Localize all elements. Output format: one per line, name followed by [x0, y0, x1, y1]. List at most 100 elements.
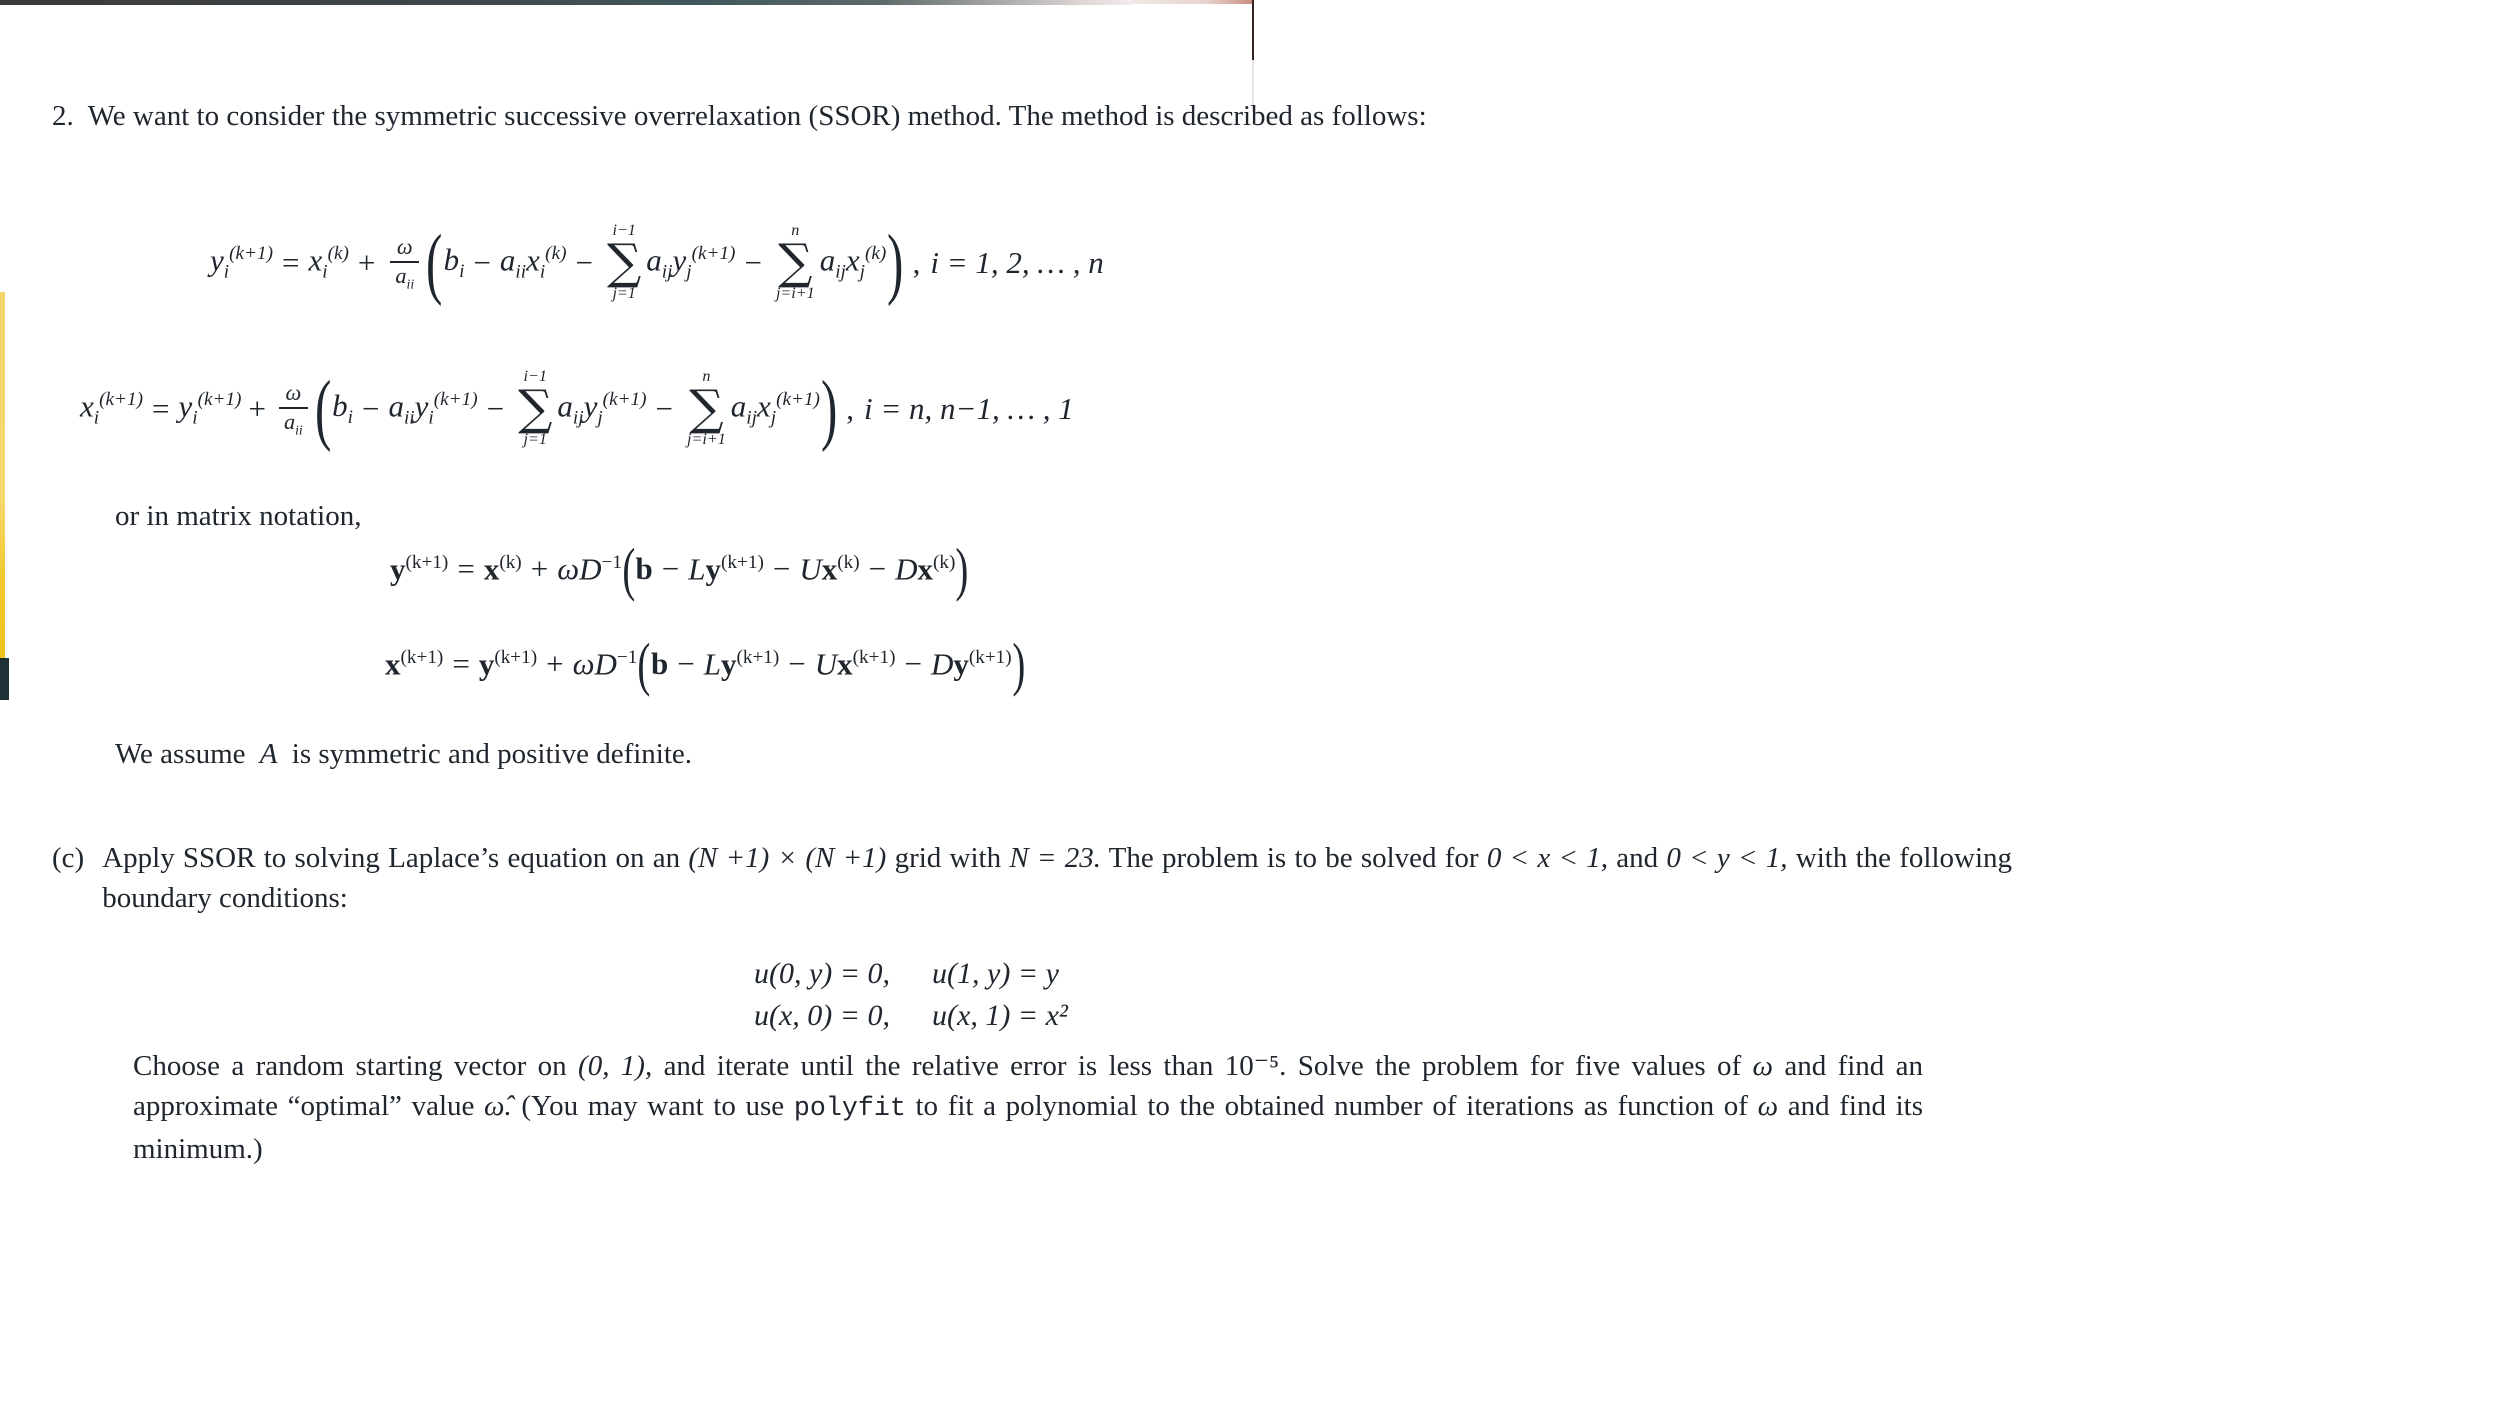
eq2-index-range: i = n, n−1, … , 1	[864, 391, 1074, 427]
eq1-close-paren: )	[887, 219, 904, 307]
eq1-open-paren: (	[426, 219, 443, 307]
problem-2-block: 2. We want to consider the symmetric suc…	[52, 96, 2002, 136]
eq3-close-paren: )	[955, 537, 969, 602]
top-edge-artifact	[0, 0, 1132, 5]
eq3-omega: ω	[557, 550, 580, 586]
sigma-icon: ∑	[606, 233, 642, 290]
left-edge-dark-strip	[0, 658, 9, 700]
equation-matrix-forward-sweep: y(k+1) = x(k) + ω D−1 ( b − Ly(k+1) − Ux…	[390, 537, 969, 602]
eq1-omega-over-aii: ω aii	[390, 235, 420, 291]
eq4-lhs: x(k+1)	[385, 645, 444, 681]
eq2-minus-1: −	[361, 391, 380, 427]
boundary-condition-row: u(x, 0) = 0, u(x, 1) = x²	[754, 996, 1068, 1036]
part-c-paragraph-1: Apply SSOR to solving Laplace’s equation…	[102, 838, 2012, 918]
bc-row1-left: u(0, y) = 0,	[754, 957, 891, 990]
eq1-sum-2: n ∑ j=i+1	[775, 222, 815, 303]
eq1-index-range: i = 1, 2, … , n	[930, 245, 1104, 281]
part-c-p2-f: to fit a polynomial to the obtained numb…	[915, 1090, 1748, 1122]
part-c-block: (c) Apply SSOR to solving Laplace’s equa…	[52, 838, 2012, 918]
eq2-b-term: bi	[332, 387, 353, 429]
bc-row1-right: u(1, y) = y	[932, 957, 1059, 990]
eq4-minus-1: −	[677, 645, 695, 681]
matrix-notation-lead-text: or in matrix notation,	[115, 500, 362, 532]
bc-row2-right: u(x, 1) = x²	[932, 999, 1068, 1032]
boundary-condition-row: u(0, y) = 0, u(1, y) = y	[754, 954, 1068, 994]
eq1-minus-3: −	[744, 245, 762, 281]
part-c-omega-hat: ω̂.	[484, 1090, 512, 1122]
eq4-minus-2: −	[788, 645, 806, 681]
eq1-sum-1: i−1 ∑ j=1	[606, 222, 642, 303]
problem-2-intro-row: 2. We want to consider the symmetric suc…	[52, 96, 2002, 136]
eq2-aii-y-term: aiiyi(k+1)	[388, 388, 478, 429]
equation-ssor-backward-sweep: xi(k+1) = yi(k+1) + ω aii ( bi − aiiyi(k…	[80, 368, 1074, 449]
part-c-paragraph-2: Choose a random starting vector on (0, 1…	[133, 1046, 1923, 1169]
part-c-p2-a: Choose a random starting vector on	[133, 1050, 567, 1082]
eq2-minus-2: −	[486, 391, 505, 427]
sigma-icon: ∑	[778, 233, 813, 290]
part-c-p2-c: Solve the problem for five values of	[1297, 1050, 1742, 1082]
eq4-close-paren: )	[1012, 632, 1025, 697]
eq1-aii-x-term: aiixi(k)	[499, 242, 567, 283]
eq2-open-paren: (	[314, 365, 332, 453]
eq3-minus-1: −	[661, 550, 680, 586]
eq2-term1: yi(k+1)	[178, 388, 242, 429]
part-c-p2-e: (You may want to use	[521, 1090, 785, 1122]
eq1-term1: xi(k)	[308, 242, 349, 283]
eq1-minus-2: −	[575, 245, 593, 281]
eq4-term1: y(k+1)	[478, 645, 538, 681]
part-c-p1-b: grid with	[894, 842, 1002, 874]
eq3-plus: +	[530, 550, 549, 586]
eq2-close-paren: )	[820, 365, 838, 453]
eq1-equals: =	[281, 245, 300, 281]
part-c-row: (c) Apply SSOR to solving Laplace’s equa…	[52, 838, 2012, 918]
eq3-minus-3: −	[868, 550, 887, 586]
assumption-before: We assume	[115, 738, 246, 770]
part-c-y-range: 0 < y < 1,	[1666, 842, 1788, 874]
eq3-lhs: y(k+1)	[390, 550, 449, 586]
eq4-minus-3: −	[904, 645, 922, 681]
document-page: 2. We want to consider the symmetric suc…	[0, 0, 2500, 1406]
part-c-omega-2: ω	[1757, 1090, 1779, 1122]
part-c-interval: (0, 1),	[578, 1050, 653, 1082]
part-c-n-value: N = 23.	[1009, 842, 1101, 874]
eq3-ly-term: Ly(k+1)	[688, 550, 764, 586]
bc-gap	[892, 996, 930, 1036]
eq2-sum-1: i−1 ∑ j=1	[518, 368, 553, 449]
eq1-sum1-body: aijyj(k+1)	[646, 242, 736, 283]
boundary-conditions-table: u(0, y) = 0, u(1, y) = y u(x, 0) = 0, u(…	[752, 952, 1070, 1038]
part-c-tolerance: 10⁻⁵.	[1224, 1050, 1287, 1082]
eq1-lhs: yi(k+1)	[210, 242, 273, 283]
part-c-p1-a: Apply SSOR to solving Laplace’s equation…	[102, 842, 681, 874]
bc-row2-left: u(x, 0) = 0,	[754, 999, 891, 1032]
part-c-x-range: 0 < x < 1,	[1486, 842, 1609, 874]
eq3-dx-term: Dx(k)	[895, 550, 956, 586]
eq2-lhs: xi(k+1)	[80, 388, 143, 429]
eq2-plus: +	[248, 391, 266, 427]
eq1-comma: ,	[912, 245, 921, 281]
eq4-open-paren: (	[637, 632, 651, 697]
vertical-rule-artifact	[1252, 0, 1254, 60]
equation-matrix-backward-sweep: x(k+1) = y(k+1) + ω D−1 ( b − Ly(k+1) − …	[385, 632, 1025, 697]
eq2-omega-over-aii: ω aii	[278, 381, 308, 437]
eq2-sum1-body: aijyj(k+1)	[557, 388, 647, 429]
eq4-dy-term: Dy(k+1)	[930, 645, 1012, 681]
assumption-after: is symmetric and positive definite.	[291, 738, 693, 770]
left-edge-highlight-strip	[0, 292, 5, 658]
part-c-p2-b: and iterate until the relative error is …	[663, 1050, 1214, 1082]
equation-ssor-forward-sweep: yi(k+1) = xi(k) + ω aii ( bi − aiixi(k) …	[210, 222, 1104, 303]
assumption-line: We assume A is symmetric and positive de…	[115, 738, 692, 771]
top-edge-artifact-light	[1132, 0, 1254, 4]
part-c-grid-size: (N +1) × (N +1)	[688, 842, 887, 874]
eq2-sum-2: n ∑ j=i+1	[687, 368, 726, 449]
sigma-icon: ∑	[689, 379, 724, 436]
eq3-open-paren: (	[622, 537, 636, 602]
eq2-equals: =	[151, 391, 170, 427]
bc-gap	[892, 954, 930, 994]
eq4-ux-term: Ux(k+1)	[814, 645, 896, 681]
eq3-b: b	[635, 550, 653, 586]
eq3-ux-term: Ux(k)	[799, 550, 860, 586]
eq1-b-term: bi	[443, 241, 465, 283]
assumption-matrix-symbol: A	[259, 738, 278, 770]
part-c-omega: ω	[1752, 1050, 1773, 1082]
part-c-p1-c: The problem is to be solved for	[1108, 842, 1479, 874]
